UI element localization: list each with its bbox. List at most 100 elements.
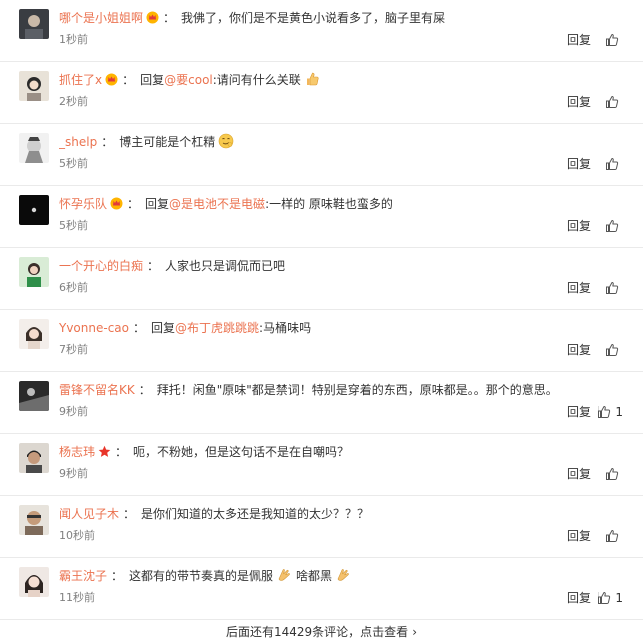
avatar[interactable] <box>19 381 49 411</box>
like-button[interactable] <box>605 279 623 297</box>
like-button[interactable] <box>605 93 623 111</box>
colon: ： <box>163 11 176 25</box>
comment-username[interactable]: 雷锋不留名KK <box>59 383 135 397</box>
comment-item: 一个开心的白痴 ： 人家也只是调侃而已吧 6秒前 回复 <box>0 248 643 310</box>
avatar[interactable] <box>19 567 49 597</box>
thumbs-up-icon <box>606 282 619 294</box>
comment-text: 这都有的带节奏真的是佩服 <box>129 569 274 583</box>
reply-button[interactable]: 回复 <box>567 466 591 482</box>
reply-button[interactable]: 回复 <box>567 528 591 544</box>
load-more-comments-link[interactable]: 后面还有14429条评论，点击查看 › <box>0 621 643 643</box>
clapping-hands-emoji-icon <box>335 567 351 583</box>
comment-text: :请问有什么关联 <box>212 73 301 87</box>
thumbs-up-icon <box>606 34 619 46</box>
like-button[interactable] <box>605 217 623 235</box>
comment-time: 9秒前 <box>59 405 88 418</box>
comment-text: 呃，不粉她，但是这句话不是在自嘲吗？ <box>133 445 350 459</box>
colon: ： <box>127 197 140 211</box>
smirk-face-emoji-icon <box>218 133 234 149</box>
avatar[interactable] <box>19 71 49 101</box>
comment-username[interactable]: _shelp <box>59 135 97 149</box>
chevron-right-icon: › <box>412 625 417 639</box>
reply-button[interactable]: 回复 <box>567 342 591 358</box>
avatar[interactable] <box>19 133 49 163</box>
comment-username[interactable]: Yvonne-cao <box>59 321 129 335</box>
comment-text: 是你们知道的太多还是我知道的太少？？？ <box>141 507 370 521</box>
mention-link[interactable]: @要cool <box>164 73 213 87</box>
comment-username[interactable]: 抓住了x <box>59 73 102 87</box>
reply-button[interactable]: 回复 <box>567 280 591 296</box>
thumbs-up-icon <box>606 220 619 232</box>
comment-time: 11秒前 <box>59 591 95 604</box>
comment-username[interactable]: 闻人见子木 <box>59 507 119 521</box>
thumbs-up-icon <box>606 530 619 542</box>
colon: ： <box>133 321 146 335</box>
like-button[interactable] <box>605 155 623 173</box>
crown-badge-icon <box>146 11 159 24</box>
comment-text-suffix: 啥都黑 <box>296 569 333 583</box>
comment-text: :一样的 原味鞋也蛮多的 <box>265 197 393 211</box>
colon: ： <box>101 135 114 149</box>
thumbs-up-icon <box>606 468 619 480</box>
comment-time: 5秒前 <box>59 219 88 232</box>
thumbs-up-icon <box>598 406 611 418</box>
like-button[interactable] <box>605 341 623 359</box>
reply-prefix: 回复 <box>140 73 165 87</box>
comment-item: 怀孕乐队：回复@是电池不是电磁:一样的 原味鞋也蛮多的 5秒前 回复 <box>0 186 643 248</box>
star-badge-icon <box>98 445 111 458</box>
clapping-hands-emoji-icon <box>276 567 292 583</box>
avatar[interactable] <box>19 505 49 535</box>
comment-item: 闻人见子木 ： 是你们知道的太多还是我知道的太少？？？ 10秒前 回复 <box>0 496 643 558</box>
thumbs-up-icon <box>598 592 611 604</box>
colon: ： <box>111 569 124 583</box>
comment-text: 人家也只是调侃而已吧 <box>165 259 286 273</box>
thumbs-up-icon <box>606 344 619 356</box>
like-button[interactable]: 1 <box>597 403 623 421</box>
avatar[interactable] <box>19 257 49 287</box>
like-count: 1 <box>615 591 623 605</box>
reply-button[interactable]: 回复 <box>567 32 591 48</box>
comment-username[interactable]: 怀孕乐队 <box>59 197 107 211</box>
avatar[interactable] <box>19 9 49 39</box>
reply-button[interactable]: 回复 <box>567 218 591 234</box>
comment-username[interactable]: 霸王沈子 <box>59 569 107 583</box>
reply-button[interactable]: 回复 <box>567 590 591 606</box>
comment-time: 2秒前 <box>59 95 88 108</box>
comment-item: _shelp ： 博主可能是个杠精 5秒前 回复 <box>0 124 643 186</box>
comment-text: 拜托！闲鱼"原味"都是禁词！特别是穿着的东西，原味都是。。那个的意思。 <box>156 383 558 397</box>
comment-username[interactable]: 一个开心的白痴 <box>59 259 143 273</box>
avatar[interactable] <box>19 195 49 225</box>
like-button[interactable]: 1 <box>597 589 623 607</box>
reply-button[interactable]: 回复 <box>567 94 591 110</box>
mention-link[interactable]: @布丁虎跳跳跳 <box>175 321 259 335</box>
like-count: 1 <box>615 405 623 419</box>
mention-link[interactable]: @是电池不是电磁 <box>169 197 265 211</box>
reply-prefix: 回复 <box>151 321 176 335</box>
comment-item: 哪个是小姐姐啊 ： 我佛了，你们是不是黄色小说看多了，脑子里有屎 1秒前 回复 <box>0 0 643 62</box>
thumbs-up-icon <box>606 158 619 170</box>
reply-prefix: 回复 <box>145 197 170 211</box>
load-more-label: 后面还有14429条评论，点击查看 <box>226 625 409 639</box>
like-button[interactable] <box>605 527 623 545</box>
comment-text: 博主可能是个杠精 <box>119 135 216 149</box>
comment-text: 我佛了，你们是不是黄色小说看多了，脑子里有屎 <box>181 11 446 25</box>
like-button[interactable] <box>605 31 623 49</box>
comment-item: Yvonne-cao：回复@布丁虎跳跳跳:马桶味吗 7秒前 回复 <box>0 310 643 372</box>
comment-list: 哪个是小姐姐啊 ： 我佛了，你们是不是黄色小说看多了，脑子里有屎 1秒前 回复 抓住… <box>0 0 643 643</box>
comment-item: 抓住了x：回复@要cool:请问有什么关联 2秒前 回复 <box>0 62 643 124</box>
crown-badge-icon <box>105 73 118 86</box>
reply-button[interactable]: 回复 <box>567 156 591 172</box>
comment-username[interactable]: 杨志玮 <box>59 445 95 459</box>
comment-username[interactable]: 哪个是小姐姐啊 <box>59 11 143 25</box>
colon: ： <box>138 383 151 397</box>
comment-item: 霸王沈子 ： 这都有的带节奏真的是佩服 啥都黑 11秒前 回复 1 <box>0 558 643 620</box>
comment-time: 10秒前 <box>59 529 95 542</box>
comment-text: :马桶味吗 <box>259 321 312 335</box>
comment-time: 5秒前 <box>59 157 88 170</box>
avatar[interactable] <box>19 319 49 349</box>
like-button[interactable] <box>605 465 623 483</box>
reply-button[interactable]: 回复 <box>567 404 591 420</box>
crown-badge-icon <box>110 197 123 210</box>
avatar[interactable] <box>19 443 49 473</box>
colon: ： <box>147 259 160 273</box>
